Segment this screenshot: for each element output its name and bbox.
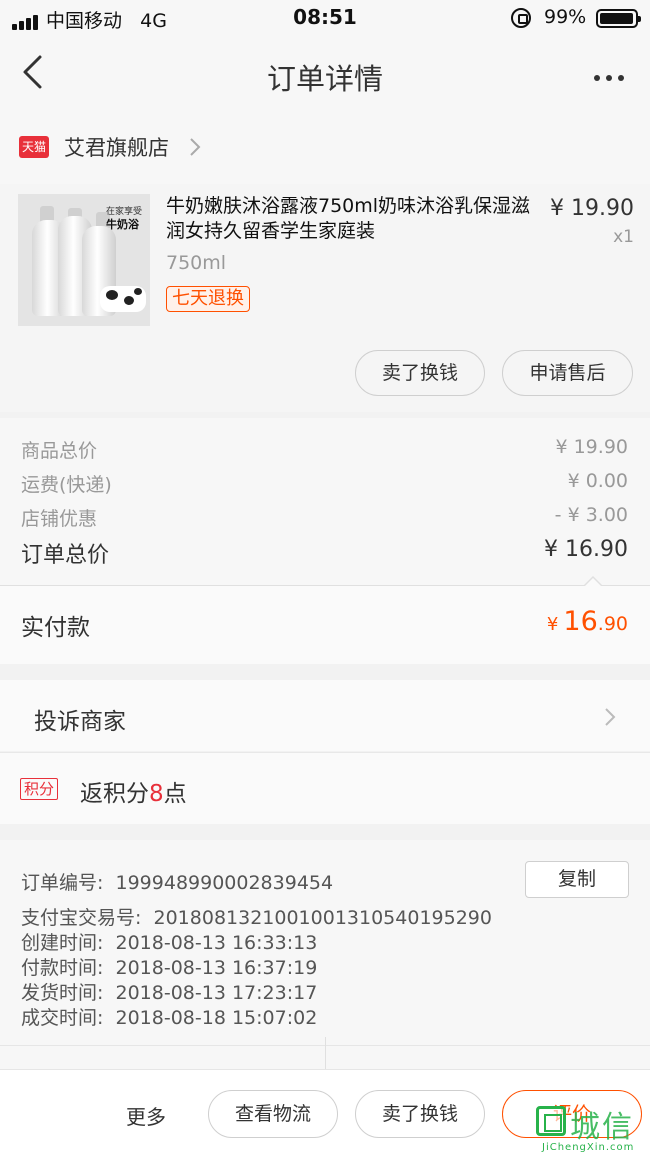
watermark-icon	[536, 1106, 566, 1136]
complain-seller-row[interactable]: 投诉商家	[0, 680, 650, 751]
order-number-row: 订单编号: 199948990002839454	[21, 872, 334, 894]
divider	[325, 1037, 326, 1069]
complain-seller-label: 投诉商家	[34, 709, 126, 735]
cow-icon	[100, 286, 146, 312]
product-price: ¥ 19.90	[550, 196, 634, 221]
points-row: 积分 返积分8点	[0, 752, 650, 824]
more-button[interactable]: 更多	[126, 1101, 166, 1130]
summary-value: ¥ 0.00	[567, 470, 628, 492]
product-spec: 750ml	[166, 252, 227, 274]
order-total-label: 订单总价	[21, 543, 110, 568]
paid-time-row: 付款时间: 2018-08-13 16:37:19	[21, 957, 318, 979]
created-time-row: 创建时间: 2018-08-13 16:33:13	[21, 932, 318, 954]
summary-value: - ¥ 3.00	[554, 504, 628, 526]
tmall-icon: 天猫	[19, 136, 49, 158]
summary-value: ¥ 19.90	[555, 436, 628, 458]
image-tag: 牛奶浴	[106, 218, 139, 231]
sell-for-cash-button[interactable]: 卖了换钱	[355, 350, 485, 396]
nav-bar: 订单详情	[0, 36, 650, 110]
shipped-time-row: 发货时间: 2018-08-13 17:23:17	[21, 982, 318, 1004]
order-total-value: ¥ 16.90	[544, 537, 628, 562]
amount-paid-label: 实付款	[21, 615, 90, 641]
summary-label: 店铺优惠	[21, 508, 98, 530]
chevron-right-icon	[190, 138, 201, 156]
summary-label: 商品总价	[21, 440, 98, 462]
battery-percent: 99%	[544, 6, 587, 28]
order-info: 订单编号: 199948990002839454 复制 支付宝交易号: 2018…	[0, 840, 650, 1045]
completed-time-row: 成交时间: 2018-08-18 15:07:02	[21, 1007, 318, 1029]
amount-paid-row: 实付款 ¥ 16.90	[0, 586, 650, 664]
battery-icon	[596, 9, 641, 28]
price-summary: 商品总价 ¥ 19.90 运费(快递) ¥ 0.00 店铺优惠 - ¥ 3.00…	[0, 418, 650, 586]
amount-paid-value: ¥ 16.90	[546, 606, 628, 637]
copy-order-number-button[interactable]: 复制	[525, 861, 629, 898]
chevron-right-icon	[605, 708, 616, 726]
product-image[interactable]: 在家享受 牛奶浴	[18, 194, 150, 326]
rotation-lock-icon	[511, 8, 531, 28]
back-chevron-icon[interactable]	[20, 54, 50, 90]
summary-label: 运费(快递)	[21, 474, 112, 496]
alipay-trade-row: 支付宝交易号: 2018081321001001310540195290	[21, 907, 492, 929]
sell-for-cash-button[interactable]: 卖了换钱	[355, 1090, 485, 1138]
caret-up-icon	[584, 578, 602, 587]
watermark-text: 城信	[570, 1110, 634, 1145]
product-card[interactable]: 在家享受 牛奶浴 牛奶嫩肤沐浴露液750ml奶味沐浴乳保湿滋润女持久留香学生家庭…	[0, 184, 650, 412]
watermark-url: JiChengXin.com	[542, 1142, 635, 1153]
watermark-logo: 城信 JiChengXin.com	[536, 1102, 650, 1156]
points-badge: 积分	[20, 778, 59, 800]
shop-row[interactable]: 天猫 艾君旗舰店	[0, 110, 650, 184]
after-sale-button[interactable]: 申请售后	[502, 350, 633, 396]
status-bar: 中国移动 4G 08:51 99%	[0, 0, 650, 36]
return-policy-badge: 七天退换	[166, 286, 250, 312]
more-dots-icon[interactable]	[594, 66, 630, 85]
product-title[interactable]: 牛奶嫩肤沐浴露液750ml奶味沐浴乳保湿滋润女持久留香学生家庭装	[166, 194, 531, 244]
page-title: 订单详情	[266, 62, 383, 96]
shop-name: 艾君旗舰店	[64, 136, 169, 160]
points-text: 返积分8点	[80, 781, 187, 807]
view-logistics-button[interactable]: 查看物流	[208, 1090, 338, 1138]
product-quantity: x1	[613, 227, 634, 247]
